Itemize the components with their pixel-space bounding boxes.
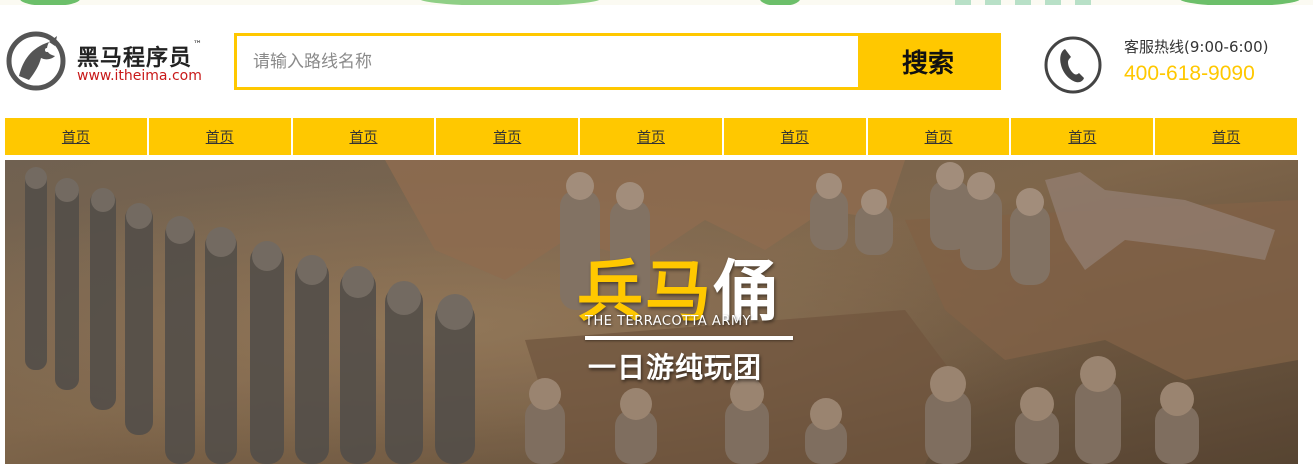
nav-item: 首页: [723, 118, 866, 155]
search-button[interactable]: 搜索: [858, 36, 998, 87]
hotline-number: 400-618-9090: [1124, 62, 1255, 85]
nav-item: 首页: [5, 118, 147, 155]
nav-link-home[interactable]: 首页: [781, 127, 809, 147]
nav-link-home[interactable]: 首页: [349, 127, 377, 147]
site-header: 黑马程序员™ www.itheima.com 搜索 客服热线(9:00-6:00…: [0, 5, 1313, 110]
nav-link-home[interactable]: 首页: [925, 127, 953, 147]
nav-item: 首页: [580, 118, 722, 155]
banner-tagline: 一日游纯玩团: [588, 351, 763, 384]
nav-link-home[interactable]: 首页: [206, 127, 234, 147]
nav-link-home[interactable]: 首页: [1212, 127, 1240, 147]
horse-head-logo-icon: [6, 31, 66, 91]
site-logo[interactable]: 黑马程序员™ www.itheima.com: [5, 30, 220, 95]
nav-item: 首页: [436, 118, 579, 155]
nav-item: 首页: [292, 118, 435, 155]
nav-link-home[interactable]: 首页: [1068, 127, 1096, 147]
nav-link-home[interactable]: 首页: [62, 127, 90, 147]
main-nav: 首页 首页 首页 首页 首页 首页 首页 首页 首页: [5, 118, 1298, 155]
hotline-label: 客服热线(9:00-6:00): [1124, 38, 1269, 56]
phone-handset-icon: [1044, 36, 1102, 94]
search-bar: 搜索: [234, 33, 1001, 90]
hero-banner[interactable]: 兵马俑 THE TERRACOTTA ARMY 一日游纯玩团: [5, 160, 1298, 464]
banner-subtitle: THE TERRACOTTA ARMY: [585, 314, 751, 329]
nav-link-home[interactable]: 首页: [493, 127, 521, 147]
nav-item: 首页: [1155, 118, 1298, 155]
nav-item: 首页: [867, 118, 1010, 155]
nav-item: 首页: [1011, 118, 1154, 155]
logo-url: www.itheima.com: [77, 68, 202, 84]
banner-divider: [585, 336, 793, 340]
nav-link-home[interactable]: 首页: [637, 127, 665, 147]
nav-item: 首页: [148, 118, 291, 155]
search-input[interactable]: [237, 36, 858, 87]
